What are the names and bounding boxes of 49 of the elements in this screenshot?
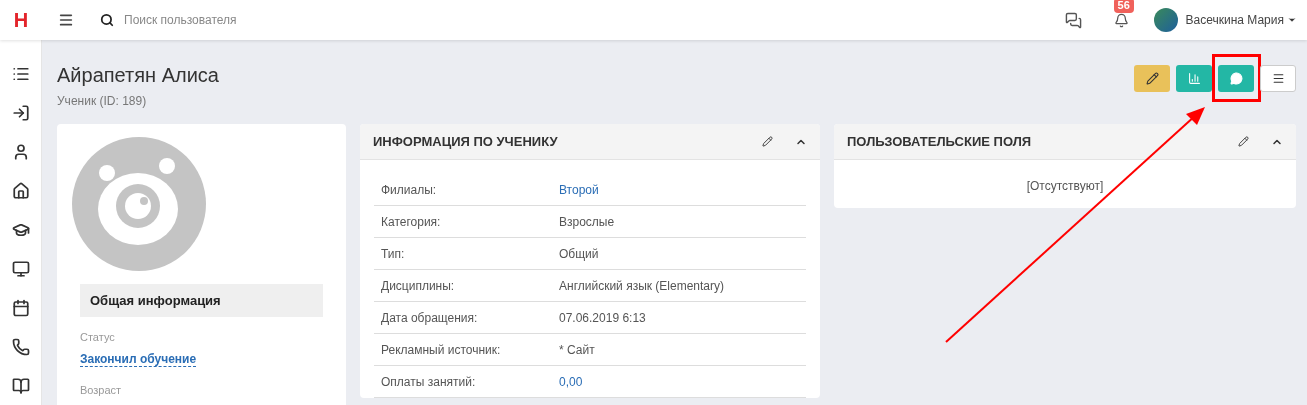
row-value: 07.06.2019 6:13: [559, 309, 646, 327]
edit-button[interactable]: [1134, 65, 1170, 92]
book-icon[interactable]: [11, 377, 30, 395]
field-label: Статус: [80, 330, 116, 345]
row-label: Дисциплины:: [380, 277, 456, 295]
panel-title: ПОЛЬЗОВАТЕЛЬСКИЕ ПОЛЯ: [847, 132, 1032, 151]
row-value[interactable]: 0,00: [559, 372, 583, 391]
notification-badge: 56: [1113, 0, 1134, 13]
row-label: Дата обращения:: [380, 309, 479, 327]
row-value: Общий: [559, 245, 599, 263]
edit-icon[interactable]: [1238, 136, 1249, 147]
row-value: Английский язык (Elementary): [559, 277, 725, 295]
edit-icon[interactable]: [762, 136, 773, 147]
page-title: Айрапетян Алиса: [57, 63, 219, 88]
menu-button[interactable]: [1260, 65, 1296, 92]
caret-icon[interactable]: [1287, 15, 1297, 25]
phone-icon[interactable]: [11, 338, 30, 356]
list-icon[interactable]: [11, 65, 30, 83]
pencil-icon: [1145, 72, 1159, 85]
row-value: * Сайт: [559, 341, 595, 359]
chat-icon[interactable]: [1064, 11, 1082, 29]
menu-icon: [1271, 72, 1285, 85]
bar-chart-icon: [1187, 72, 1201, 85]
user-avatar[interactable]: [1153, 8, 1178, 32]
empty-text: [Отсутствуют]: [1025, 178, 1105, 195]
section-header: Общая информация: [80, 284, 323, 317]
row-label: Тип:: [380, 245, 406, 263]
calendar-icon[interactable]: [11, 299, 30, 317]
field-label: Возраст: [80, 382, 123, 398]
row-value[interactable]: Второй: [559, 180, 599, 199]
row-label: Категория:: [380, 213, 442, 231]
status-link[interactable]: Закончил обучение: [80, 351, 197, 367]
bell-icon[interactable]: [1114, 12, 1129, 28]
graduation-icon[interactable]: [11, 221, 30, 239]
row-value: Взрослые: [559, 213, 615, 231]
home-icon[interactable]: [11, 182, 30, 200]
search-field[interactable]: Поиск пользователя: [124, 11, 384, 29]
speech-bubble-icon: [1229, 72, 1243, 85]
monitor-icon[interactable]: [11, 260, 30, 278]
search-icon: [100, 13, 114, 27]
row-label: Филиалы:: [380, 181, 438, 199]
menu-icon[interactable]: [58, 12, 74, 28]
user-name[interactable]: Васечкина Мария: [1185, 11, 1284, 29]
page-subtitle: Ученик (ID: 189): [57, 93, 148, 110]
logo[interactable]: H: [0, 5, 42, 35]
login-icon[interactable]: [11, 104, 30, 122]
row-label: Оплаты занятий:: [380, 373, 477, 391]
panel-title: ИНФОРМАЦИЯ ПО УЧЕНИКУ: [373, 132, 558, 151]
row-label: Рекламный источник:: [380, 341, 502, 359]
